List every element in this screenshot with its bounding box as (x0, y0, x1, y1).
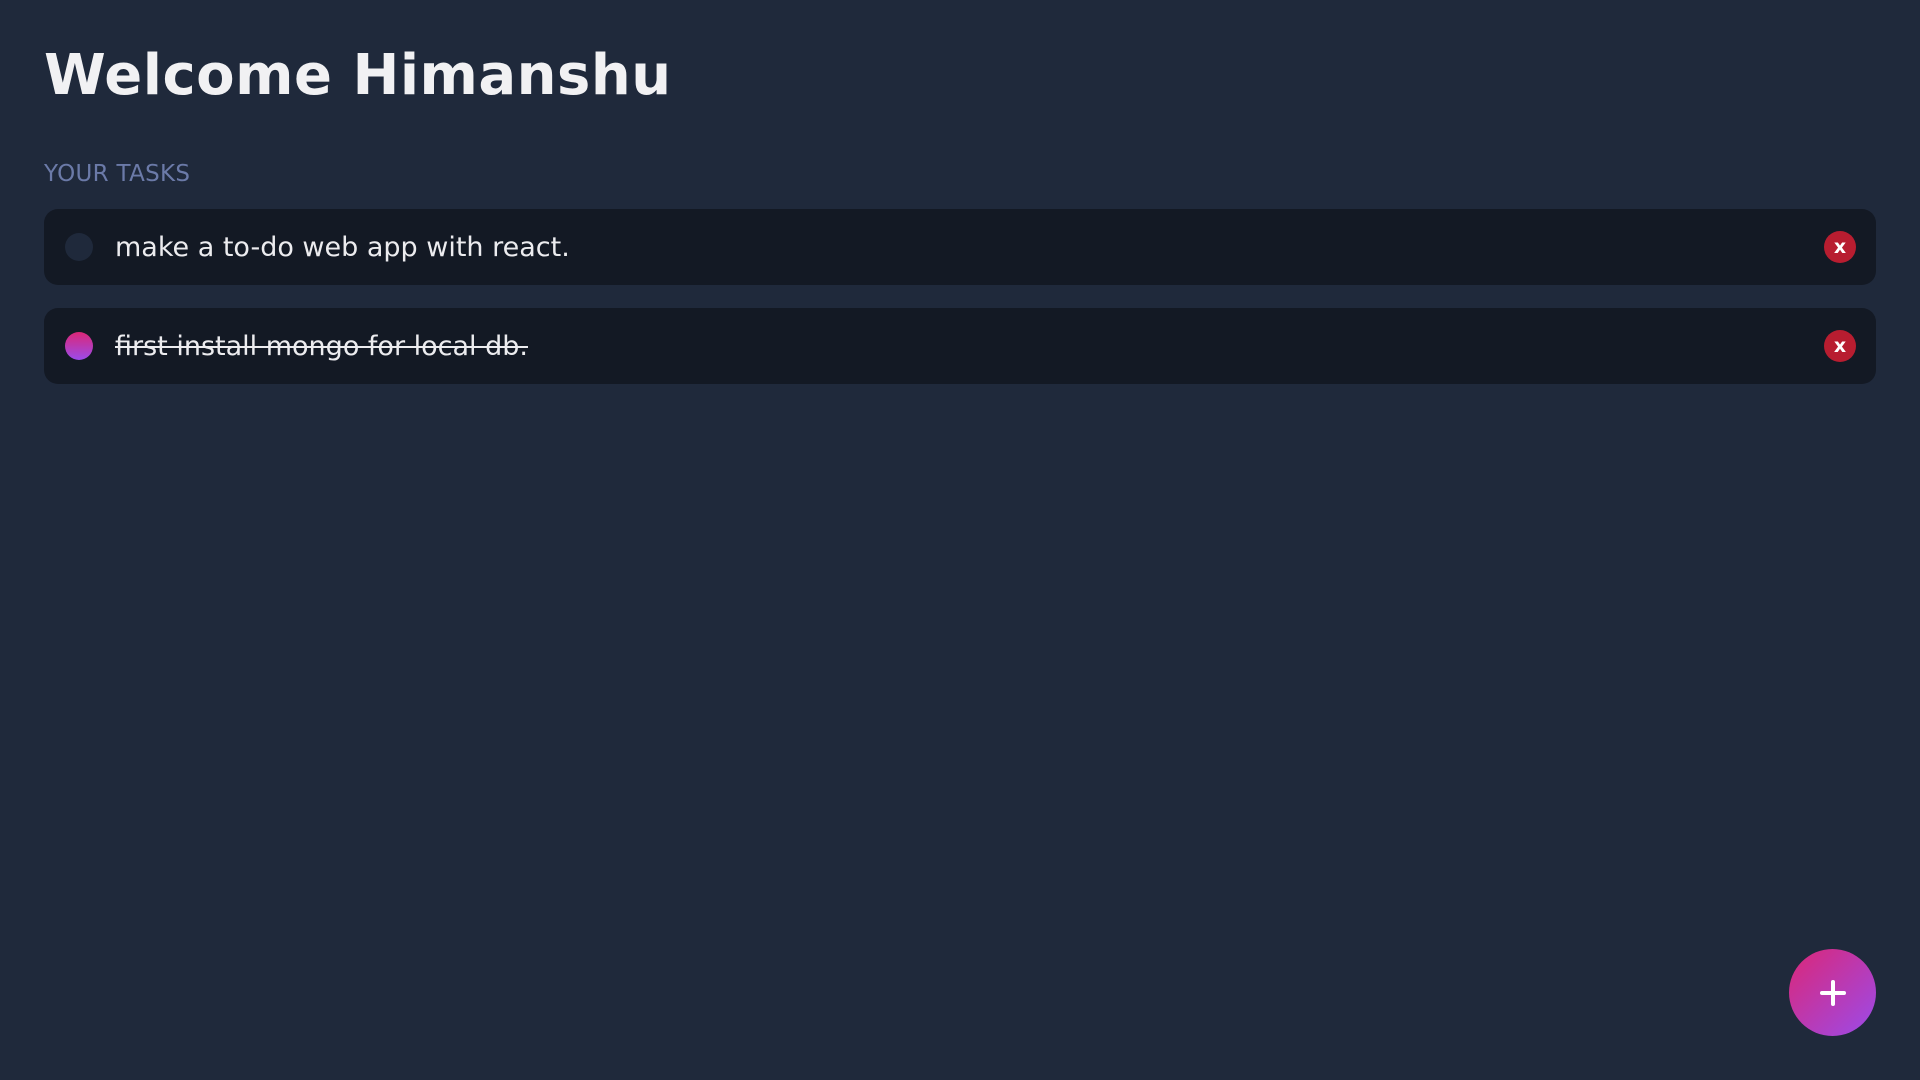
task-complete-toggle[interactable] (65, 332, 93, 360)
todo-app: Welcome Himanshu YOUR TASKS make a to-do… (0, 0, 1920, 1080)
task-text[interactable]: first install mongo for local db. (115, 331, 1824, 362)
page-title: Welcome Himanshu (44, 43, 672, 108)
tasks-section-label: YOUR TASKS (44, 161, 191, 187)
plus-icon (1819, 979, 1846, 1006)
task-complete-toggle[interactable] (65, 233, 93, 261)
task-text[interactable]: make a to-do web app with react. (115, 232, 1824, 263)
delete-task-button[interactable]: x (1824, 330, 1856, 362)
task-list: make a to-do web app with react. x first… (44, 209, 1876, 384)
task-item: make a to-do web app with react. x (44, 209, 1876, 285)
delete-task-button[interactable]: x (1824, 231, 1856, 263)
task-item: first install mongo for local db. x (44, 308, 1876, 384)
add-task-button[interactable] (1789, 949, 1876, 1036)
